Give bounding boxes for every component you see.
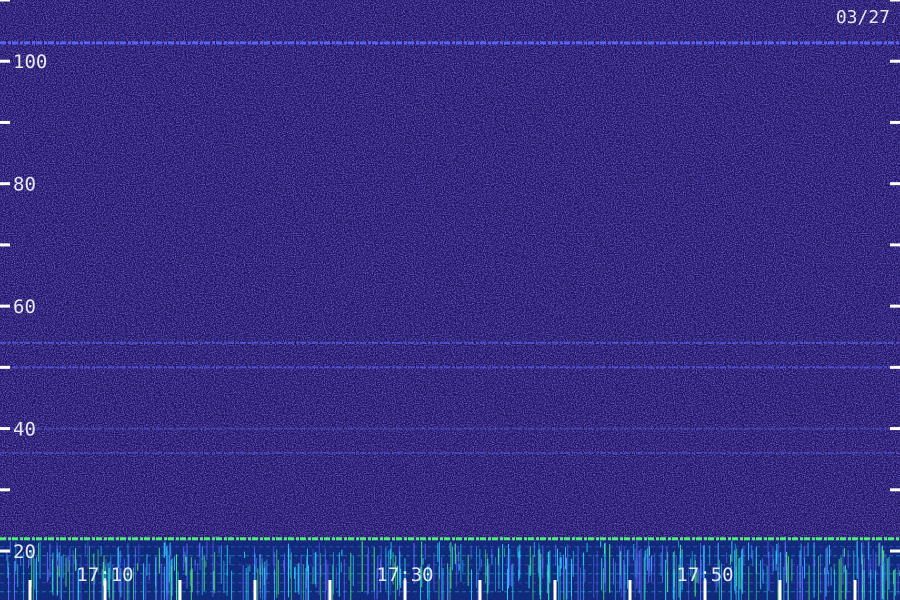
date-label: 03/27 [836,7,890,28]
spectrogram-chart: 20 40 60 80 100 17:10 17:30 17:50 03/27 [0,0,900,600]
x-tick-label-17:30: 17:30 [376,564,433,586]
y-tick-label-40: 40 [13,419,36,441]
y-tick-label-20: 20 [13,541,36,563]
low-frequency-band [0,540,900,600]
y-tick-label-80: 80 [13,174,36,196]
y-tick-label-100: 100 [13,51,47,73]
y-tick-label-60: 60 [13,296,36,318]
speckle-texture [0,0,900,600]
x-tick-label-17:50: 17:50 [676,564,733,586]
x-tick-label-17:10: 17:10 [76,564,133,586]
